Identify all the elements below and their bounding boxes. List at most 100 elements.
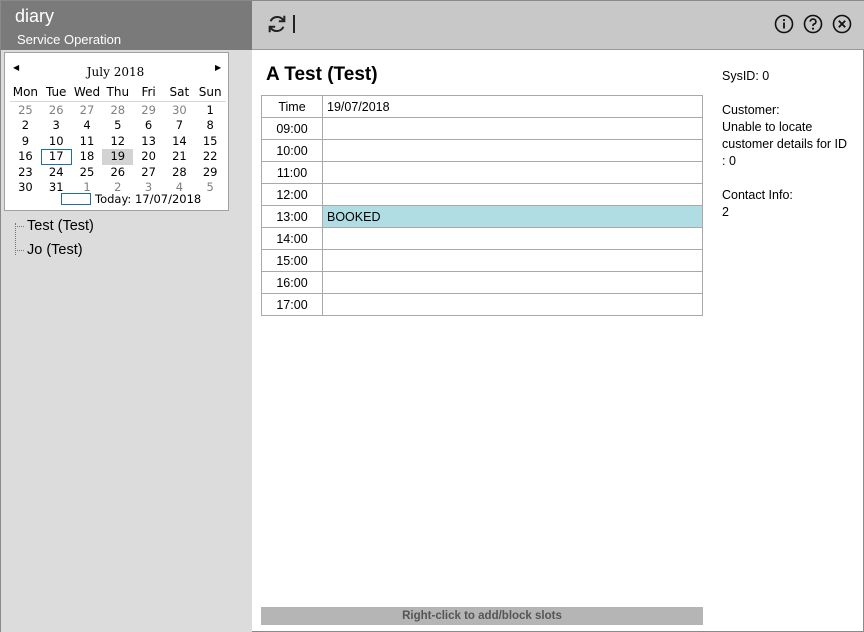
calendar-day[interactable]: 7: [164, 118, 195, 133]
calendar-day-selected[interactable]: 19: [102, 149, 134, 165]
calendar-day[interactable]: 30: [164, 103, 195, 118]
calendar-week-row: 25 26 27 28 29 30 1: [10, 103, 226, 118]
empty-slot[interactable]: [322, 249, 703, 272]
table-header-row: Time 19/07/2018: [261, 95, 703, 118]
calendar-day[interactable]: 8: [195, 118, 226, 133]
calendar-day[interactable]: 20: [133, 149, 164, 164]
calendar-week-row: 16 17 18 19 20 21 22: [10, 149, 226, 165]
calendar-day[interactable]: 11: [72, 134, 103, 149]
calendar-weekday: Wed: [73, 85, 101, 99]
calendar-day[interactable]: 1: [195, 103, 226, 118]
calendar-day[interactable]: 30: [10, 180, 41, 195]
time-cell: 14:00: [261, 227, 323, 250]
booked-slot[interactable]: BOOKED: [322, 205, 703, 228]
calendar-day[interactable]: 4: [72, 118, 103, 133]
calendar-day[interactable]: 26: [102, 165, 133, 180]
sidebar: ◀ July 2018 ▶ Mon Tue Wed Thu Fri Sat Sun 25 26 2…: [1, 50, 252, 632]
table-row: 13:00 BOOKED: [261, 205, 703, 228]
empty-slot[interactable]: [322, 117, 703, 140]
calendar-day[interactable]: 28: [102, 103, 133, 118]
calendar-weekday: Fri: [141, 85, 156, 99]
hint-bar: Right-click to add/block slots: [261, 607, 703, 625]
calendar-day[interactable]: 12: [102, 134, 133, 149]
tree-item[interactable]: Test (Test): [13, 215, 94, 239]
calendar-day[interactable]: 25: [72, 165, 103, 180]
time-cell: 15:00: [261, 249, 323, 272]
time-cell: 10:00: [261, 139, 323, 162]
tree-item[interactable]: Jo (Test): [13, 239, 94, 263]
calendar-day[interactable]: 5: [102, 118, 133, 133]
calendar-day[interactable]: 9: [10, 134, 41, 149]
calendar-day[interactable]: 6: [133, 118, 164, 133]
customer-details: Unable to locate customer details for ID…: [722, 120, 848, 168]
calendar-day[interactable]: 29: [195, 165, 226, 180]
today-marker-icon: [61, 193, 91, 205]
calendar-weekday: Tue: [45, 85, 67, 99]
customer-info: Customer: Unable to locate customer deta…: [722, 102, 852, 170]
help-icon[interactable]: [803, 14, 823, 34]
calendar-day[interactable]: 22: [195, 149, 226, 164]
calendar-day[interactable]: 13: [133, 134, 164, 149]
time-cell: 16:00: [261, 271, 323, 294]
calendar-weekday: Sat: [169, 85, 190, 99]
today-label: Today: 17/07/2018: [95, 192, 202, 206]
calendar-day[interactable]: 24: [41, 165, 72, 180]
table-row: 17:00: [261, 293, 703, 316]
empty-slot[interactable]: [322, 183, 703, 206]
contact-info: Contact Info: 2: [722, 187, 793, 221]
calendar-month-label: July 2018: [86, 65, 145, 79]
app-title: diary: [15, 6, 55, 26]
month-calendar[interactable]: ◀ July 2018 ▶ Mon Tue Wed Thu Fri Sat Sun 25 26 2…: [4, 52, 229, 211]
time-column-header: Time: [261, 95, 323, 118]
calendar-day[interactable]: 3: [41, 118, 72, 133]
calendar-weekday: Sun: [198, 85, 222, 99]
calendar-weekday-row: Mon Tue Wed Thu Fri Sat Sun: [10, 85, 226, 102]
calendar-day[interactable]: 2: [10, 118, 41, 133]
calendar-day[interactable]: 27: [72, 103, 103, 118]
table-row: 11:00: [261, 161, 703, 184]
page-title: A Test (Test): [266, 64, 378, 85]
next-month-icon[interactable]: ▶: [215, 63, 221, 72]
toolbar-separator: [293, 15, 295, 33]
table-row: 12:00: [261, 183, 703, 206]
calendar-day[interactable]: 28: [164, 165, 195, 180]
calendar-day[interactable]: 25: [10, 103, 41, 118]
app-header: diary Service Operation: [1, 1, 252, 50]
customer-label: Customer:: [722, 103, 780, 117]
table-row: 15:00: [261, 249, 703, 272]
calendar-day[interactable]: 14: [164, 134, 195, 149]
calendar-week-row: 23 24 25 26 27 28 29: [10, 165, 226, 180]
time-cell: 12:00: [261, 183, 323, 206]
empty-slot[interactable]: [322, 227, 703, 250]
empty-slot[interactable]: [322, 139, 703, 162]
refresh-icon[interactable]: [266, 13, 288, 35]
calendar-day[interactable]: 16: [10, 149, 41, 164]
contact-value: 2: [722, 205, 729, 219]
calendar-grid: Mon Tue Wed Thu Fri Sat Sun 25 26 27 28 29 30 1 2 3 4 5 6 7…: [10, 85, 226, 195]
time-cell: 11:00: [261, 161, 323, 184]
info-icon[interactable]: [774, 14, 794, 34]
calendar-day[interactable]: 29: [133, 103, 164, 118]
calendar-day[interactable]: 18: [72, 149, 103, 164]
calendar-day[interactable]: 21: [164, 149, 195, 164]
table-row: 16:00: [261, 271, 703, 294]
close-icon[interactable]: [832, 14, 852, 34]
diary-window: diary Service Operation ◀ July 2018 ▶ Mo…: [0, 0, 864, 632]
time-cell: 17:00: [261, 293, 323, 316]
table-row: 09:00: [261, 117, 703, 140]
empty-slot[interactable]: [322, 271, 703, 294]
empty-slot[interactable]: [322, 293, 703, 316]
calendar-day[interactable]: 27: [133, 165, 164, 180]
table-row: 14:00: [261, 227, 703, 250]
table-row: 10:00: [261, 139, 703, 162]
calendar-day[interactable]: 15: [195, 134, 226, 149]
calendar-day-today[interactable]: 17: [40, 149, 72, 165]
toolbar: [252, 1, 864, 50]
calendar-today-link[interactable]: Today: 17/07/2018: [61, 192, 201, 206]
calendar-day[interactable]: 23: [10, 165, 41, 180]
calendar-day[interactable]: 26: [41, 103, 72, 118]
app-subtitle: Service Operation: [17, 32, 122, 47]
calendar-day[interactable]: 10: [41, 134, 72, 149]
calendar-weekday: Mon: [12, 85, 39, 99]
empty-slot[interactable]: [322, 161, 703, 184]
